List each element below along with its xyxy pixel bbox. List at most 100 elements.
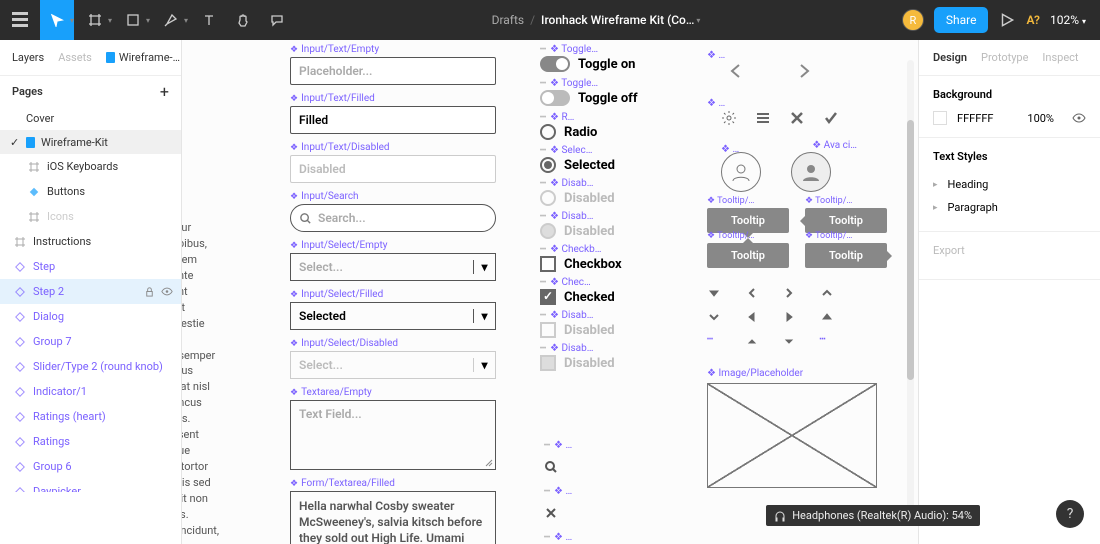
wf-image-placeholder[interactable] [707, 383, 877, 488]
pen-tool-caret[interactable]: ▾ [184, 16, 188, 25]
move-tool-caret[interactable]: ▾ [70, 16, 74, 25]
wf-close-icon[interactable] [544, 505, 578, 524]
wf-tooltip-left[interactable]: Tooltip [805, 208, 887, 233]
wf-radio-disabled[interactable]: Disabled [540, 190, 660, 206]
wf-checkbox[interactable]: Checkbox [540, 256, 660, 272]
layer-item[interactable]: Icons [0, 204, 181, 229]
breadcrumb-drafts[interactable]: Drafts [492, 13, 525, 27]
layer-item[interactable]: Ratings [0, 429, 181, 454]
wf-toggle-off[interactable]: Toggle off [540, 90, 660, 106]
export-heading[interactable]: Export [933, 244, 1086, 257]
bg-opacity[interactable]: 100% [1027, 112, 1054, 125]
wf-select-empty[interactable]: Select...▾ [290, 253, 496, 281]
present-button[interactable] [998, 11, 1016, 29]
triangle-down-icon[interactable] [782, 334, 796, 348]
caret-right-icon[interactable] [782, 310, 796, 324]
triangle-up-icon[interactable] [745, 334, 759, 348]
chevron-down-icon[interactable] [707, 310, 721, 324]
layer-item[interactable]: Daypicker [0, 479, 181, 492]
wf-radio-disabled-sel[interactable]: Disabled [540, 223, 660, 239]
wf-textarea-filled[interactable]: Hella narwhal Cosby sweater McSweeney's,… [290, 491, 496, 544]
layer-item[interactable]: Group 6 [0, 454, 181, 479]
pen-tool[interactable] [154, 0, 188, 40]
caret-up-icon[interactable] [820, 310, 834, 324]
bg-hex[interactable]: FFFFFF [957, 112, 993, 125]
wf-search-icon[interactable] [544, 459, 578, 478]
layer-item[interactable]: Instructions [0, 229, 181, 254]
page-selector[interactable]: Wireframe-… [106, 51, 180, 64]
comment-tool[interactable] [260, 0, 294, 40]
layer-item[interactable]: Buttons [0, 179, 181, 204]
layer-item[interactable]: Step [0, 254, 181, 279]
wf-select-disabled[interactable]: Select...▾ [290, 351, 496, 379]
eye-icon[interactable] [1072, 111, 1086, 125]
wf-toggle-on[interactable]: Toggle on [540, 56, 660, 72]
tab-layers[interactable]: Layers [12, 51, 44, 64]
text-tool[interactable] [192, 0, 226, 40]
wf-checkbox-disabled-checked[interactable]: Disabled [540, 355, 660, 371]
shape-tool-caret[interactable]: ▾ [146, 16, 150, 25]
chevron-right-icon[interactable] [782, 286, 796, 300]
chevron-left-icon[interactable] [745, 286, 759, 300]
gear-icon[interactable] [721, 110, 737, 126]
wf-checkbox-disabled[interactable]: Disabled [540, 322, 660, 338]
wf-input-search[interactable]: Search... [290, 204, 496, 232]
shape-tool[interactable] [116, 0, 150, 40]
style-paragraph[interactable]: ▸Paragraph [933, 196, 1086, 219]
chevron-right-icon[interactable] [795, 62, 813, 80]
color-swatch[interactable] [933, 111, 947, 125]
layer-item[interactable]: Ratings (heart) [0, 404, 181, 429]
wf-input-empty[interactable]: Placeholder... [290, 57, 496, 85]
wf-textarea-empty[interactable]: Text Field... [290, 400, 496, 470]
tab-assets[interactable]: Assets [58, 51, 92, 64]
tab-design[interactable]: Design [933, 51, 967, 64]
wf-avatar-outline[interactable] [721, 152, 761, 192]
layer-item[interactable]: Indicator/1 [0, 379, 181, 404]
layer-item[interactable]: Step 2 [0, 279, 181, 304]
wf-avatar-filled[interactable] [791, 152, 831, 192]
missing-fonts-indicator[interactable]: A? [1026, 13, 1040, 27]
tab-prototype[interactable]: Prototype [981, 51, 1028, 64]
help-button[interactable]: ? [1056, 500, 1084, 528]
move-tool[interactable] [40, 0, 74, 40]
share-button[interactable]: Share [934, 7, 989, 33]
page-cover[interactable]: Cover [0, 106, 181, 130]
page-wireframe-kit[interactable]: ✓ Wireframe-Kit [0, 130, 181, 154]
layer-item[interactable]: Group 7 [0, 329, 181, 354]
wf-tooltip-bottom[interactable]: Tooltip [707, 208, 789, 233]
canvas[interactable]: etur apibus, atem ante ant rat olestie t… [182, 40, 918, 544]
layer-item[interactable]: Slider/Type 2 (round knob) [0, 354, 181, 379]
wf-radio[interactable]: Radio [540, 124, 660, 140]
wf-checkbox-checked[interactable]: Checked [540, 289, 660, 305]
wf-input-disabled[interactable]: Disabled [290, 155, 496, 183]
layer-item[interactable]: Dialog [0, 304, 181, 329]
hand-tool[interactable] [226, 0, 260, 40]
lock-icon[interactable] [144, 286, 155, 297]
frame-tool[interactable] [78, 0, 112, 40]
wf-radio-selected[interactable]: Selected [540, 157, 660, 173]
user-avatar[interactable]: R [902, 9, 924, 31]
wf-input-filled[interactable]: Filled [290, 106, 496, 134]
file-menu-caret[interactable]: ▾ [696, 16, 700, 25]
zoom-level[interactable]: 102% ▾ [1050, 13, 1086, 27]
close-icon[interactable] [789, 110, 805, 126]
check-icon[interactable] [823, 110, 839, 126]
file-title[interactable]: Ironhack Wireframe Kit (Co… [541, 13, 694, 27]
add-page-button[interactable]: + [160, 82, 169, 101]
wf-tooltip-top[interactable]: Tooltip [707, 243, 789, 268]
caret-down-icon[interactable] [707, 286, 721, 300]
wf-tooltip-right[interactable]: Tooltip [805, 243, 887, 268]
style-heading[interactable]: ▸Heading [933, 173, 1086, 196]
canvas-scrollbar[interactable] [907, 60, 914, 524]
tab-inspect[interactable]: Inspect [1042, 51, 1078, 64]
menu-icon[interactable] [755, 110, 771, 126]
caret-left-icon[interactable] [745, 310, 759, 324]
scrollbar-thumb[interactable] [907, 120, 914, 380]
main-menu-button[interactable] [0, 0, 40, 40]
wf-select-filled[interactable]: Selected▾ [290, 302, 496, 330]
chevron-up-icon[interactable] [820, 286, 834, 300]
frame-tool-caret[interactable]: ▾ [108, 16, 112, 25]
chevron-left-icon[interactable] [727, 62, 745, 80]
eye-icon[interactable] [161, 286, 173, 297]
layer-item[interactable]: iOS Keyboards [0, 154, 181, 179]
